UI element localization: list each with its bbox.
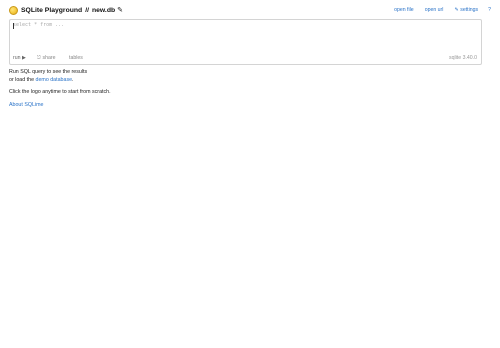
database-name[interactable]: new.db	[92, 7, 115, 14]
text-caret	[13, 23, 14, 29]
demo-database-link[interactable]: demo database	[36, 77, 73, 83]
run-hint: Run SQL query to see the results	[9, 69, 88, 75]
tables-button[interactable]: tables	[69, 54, 83, 62]
about-paragraph: About SQLime	[9, 102, 111, 110]
demo-hint-suffix: .	[72, 76, 74, 83]
logo-icon[interactable]	[9, 6, 18, 15]
share-button[interactable]: ⎋ share	[37, 54, 56, 62]
app-title[interactable]: SQLite Playground	[21, 7, 82, 14]
brand: SQLite Playground // new.db ✎	[9, 6, 123, 15]
editor-toolbar: run ▶ ⎋ share tables sqlite 3.40.0	[13, 54, 477, 62]
header: SQLite Playground // new.db ✎ open file …	[9, 6, 491, 18]
title-separator: //	[85, 7, 89, 14]
top-nav: open file open url ✎ settings ?	[383, 7, 491, 13]
sql-editor: run ▶ ⎋ share tables sqlite 3.40.0	[9, 19, 482, 65]
sqlite-version: sqlite 3.40.0	[449, 55, 477, 61]
open-url-link[interactable]: open url	[425, 7, 444, 13]
logo-hint: Click the logo anytime to start from scr…	[9, 89, 111, 95]
open-file-link[interactable]: open file	[394, 7, 414, 13]
demo-hint: or load the demo database.	[9, 77, 111, 85]
pencil-icon[interactable]: ✎	[117, 7, 123, 14]
help-link[interactable]: ?	[488, 7, 491, 13]
about-link[interactable]: About SQLime	[9, 102, 43, 108]
sql-input[interactable]	[13, 22, 478, 52]
settings-link[interactable]: ✎ settings	[454, 7, 478, 13]
run-button[interactable]: run ▶	[13, 54, 26, 62]
demo-hint-prefix: or load the	[9, 76, 36, 83]
welcome-content: Run SQL query to see the results or load…	[9, 69, 111, 109]
